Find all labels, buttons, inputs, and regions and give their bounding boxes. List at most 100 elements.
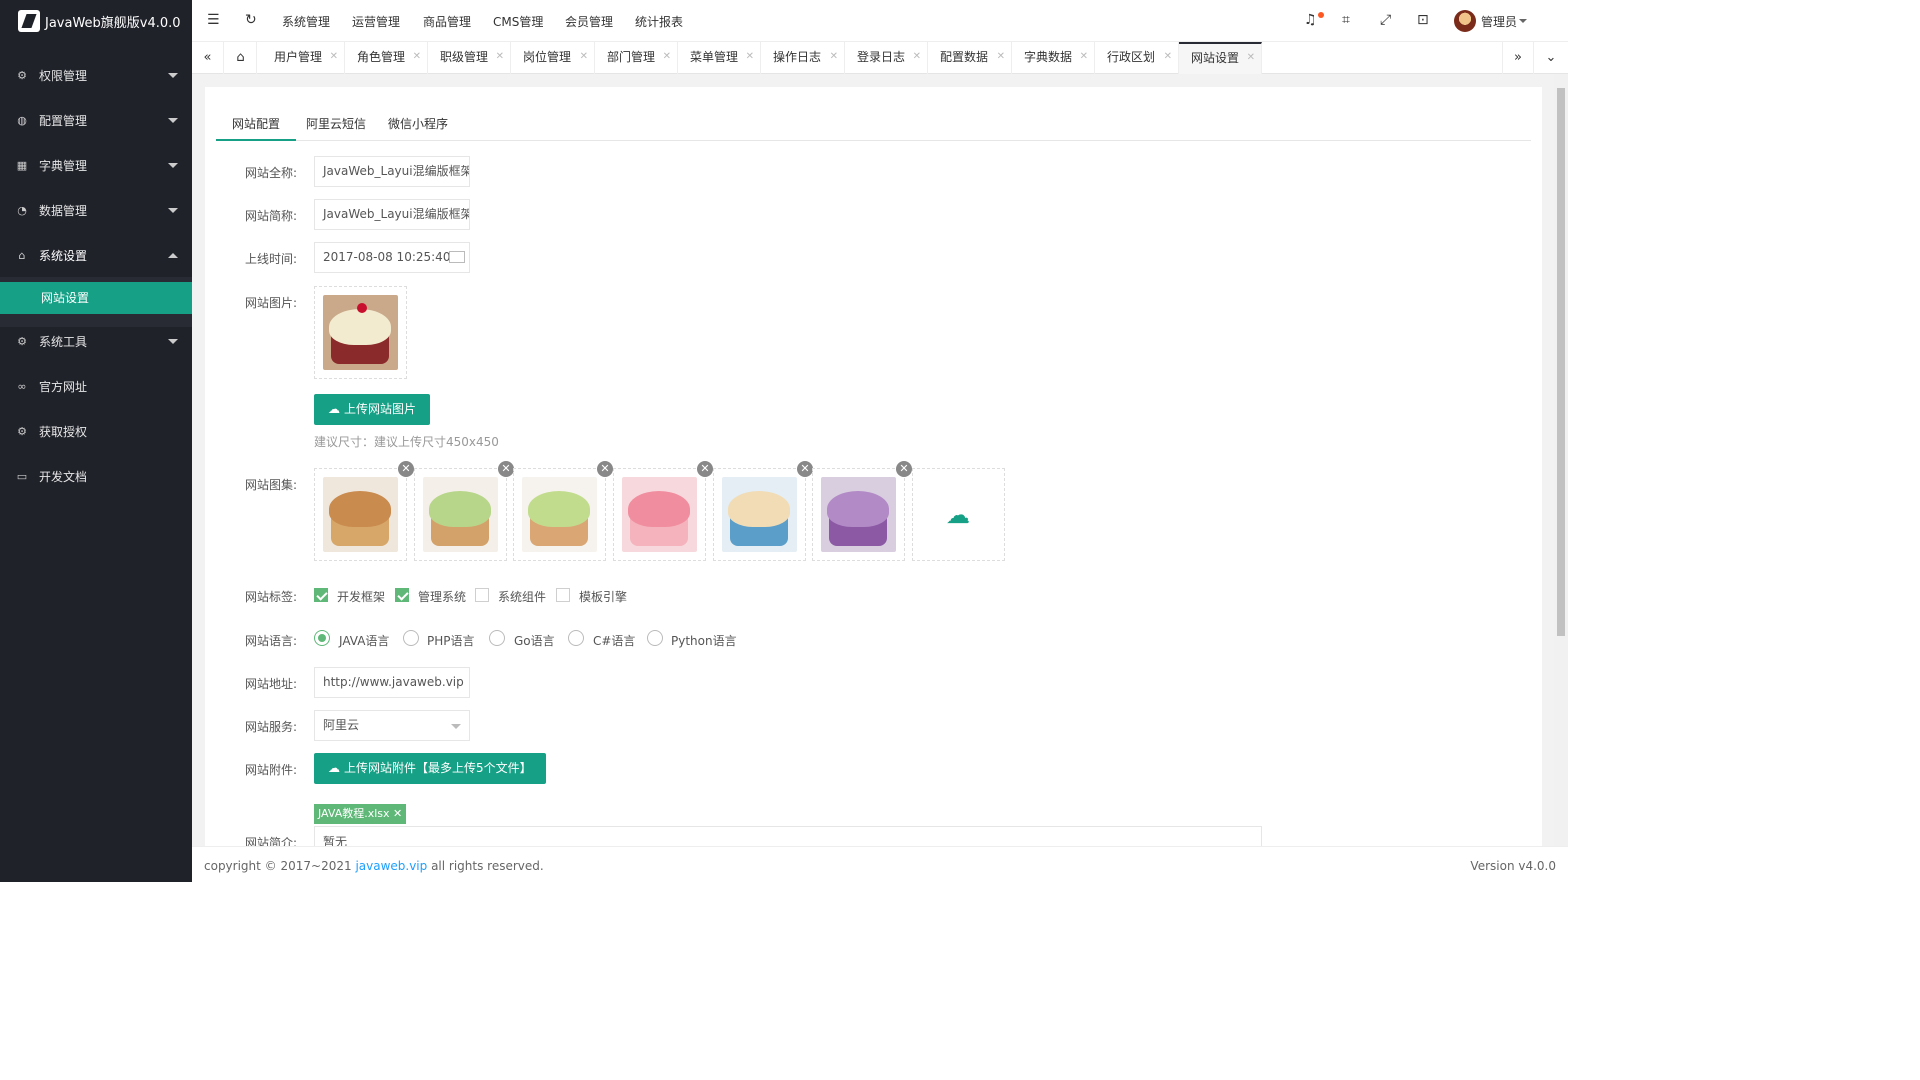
globe-icon: ◍: [17, 114, 27, 127]
tab-dict-data[interactable]: 字典数据 ✕: [1012, 42, 1095, 74]
tab-regions[interactable]: 行政区划 ✕: [1095, 42, 1179, 74]
calendar-icon[interactable]: [449, 251, 465, 263]
close-icon[interactable]: ✕: [913, 42, 921, 72]
close-icon[interactable]: ✕: [663, 42, 671, 72]
topbar: ☰ ↻ 系统管理 运营管理 商品管理 CMS管理 会员管理 统计报表 ♫ ⌗ ⤢…: [192, 0, 1568, 42]
footer-link[interactable]: javaweb.vip: [355, 859, 427, 873]
radio-label: JAVA语言: [339, 634, 390, 648]
sidebar-item-official-site[interactable]: ∞ 官方网址: [0, 364, 192, 409]
main-content: 网站配置 阿里云短信 微信小程序 网站全称: JavaWeb_Layui混编版框…: [192, 74, 1568, 846]
close-icon[interactable]: ✕: [330, 42, 338, 72]
close-icon[interactable]: ✕: [1164, 42, 1172, 72]
chevron-down-icon: [451, 724, 461, 729]
gallery-upload-slot[interactable]: ☁: [912, 468, 1005, 561]
topnav-operations[interactable]: 运营管理: [352, 13, 400, 30]
sidebar-item-config[interactable]: ◍ 配置管理: [0, 98, 192, 143]
close-icon[interactable]: ✕: [393, 807, 402, 820]
remove-icon[interactable]: ✕: [896, 461, 912, 477]
home-tab-icon[interactable]: ⌂: [225, 42, 257, 74]
remove-icon[interactable]: ✕: [498, 461, 514, 477]
menu-toggle-icon[interactable]: ☰: [207, 12, 220, 28]
tabs-dropdown-icon[interactable]: ⌄: [1535, 42, 1567, 74]
topnav-stats[interactable]: 统计报表: [635, 13, 683, 30]
radio-java[interactable]: [314, 630, 330, 646]
remove-icon[interactable]: ✕: [597, 461, 613, 477]
chevron-down-icon: [168, 118, 178, 123]
close-icon[interactable]: ✕: [413, 42, 421, 72]
sidebar-item-docs[interactable]: ▭ 开发文档: [0, 454, 192, 499]
chevron-down-icon: [168, 208, 178, 213]
close-icon[interactable]: ✕: [1080, 42, 1088, 72]
book-icon: ▭: [16, 470, 28, 483]
attachment-file-tag[interactable]: JAVA教程.xlsx ✕: [314, 804, 407, 824]
sidebar-item-dict[interactable]: ▦ 字典管理: [0, 143, 192, 188]
footer: copyright © 2017~2021 javaweb.vip all ri…: [192, 846, 1568, 882]
tab-users[interactable]: 用户管理 ✕: [262, 42, 345, 74]
tab-roles[interactable]: 角色管理 ✕: [345, 42, 428, 74]
online-time-input[interactable]: 2017-08-08 10:25:40: [314, 242, 470, 273]
tab-positions[interactable]: 岗位管理 ✕: [511, 42, 595, 74]
tab-site-config[interactable]: 网站配置: [216, 115, 297, 141]
radio-python[interactable]: [647, 630, 663, 646]
scrollbar[interactable]: [1554, 74, 1568, 846]
tag-checkbox-component[interactable]: [475, 588, 489, 602]
sidebar-item-permissions[interactable]: ⚙ 权限管理: [0, 53, 192, 98]
tab-wechat-miniprogram[interactable]: 微信小程序: [388, 115, 448, 132]
sidebar-item-license[interactable]: ⚙ 获取授权: [0, 409, 192, 454]
radio-go[interactable]: [489, 630, 505, 646]
intro-textarea[interactable]: 暂无: [314, 826, 1262, 846]
radio-label: C#语言: [593, 634, 636, 648]
tag-checkbox-admin[interactable]: [395, 588, 409, 602]
tab-aliyun-sms[interactable]: 阿里云短信: [306, 115, 366, 132]
tabs-prev-icon[interactable]: «: [192, 42, 224, 74]
remove-icon[interactable]: ✕: [398, 461, 414, 477]
sidebar-subitem-site-settings[interactable]: 网站设置: [0, 282, 192, 314]
app-logo[interactable]: JavaWeb旗舰版v4.0.0: [0, 0, 192, 42]
tab-site-settings[interactable]: 网站设置 ✕: [1179, 42, 1262, 74]
topnav-members[interactable]: 会员管理: [565, 13, 613, 30]
remove-icon[interactable]: ✕: [697, 461, 713, 477]
close-icon[interactable]: ✕: [746, 42, 754, 72]
radio-csharp[interactable]: [568, 630, 584, 646]
full-name-input[interactable]: JavaWeb_Layui混编版框架: [314, 156, 470, 187]
refresh-icon[interactable]: ↻: [245, 12, 257, 28]
upload-image-button[interactable]: ☁ 上传网站图片: [314, 394, 431, 425]
tab-config-data[interactable]: 配置数据 ✕: [928, 42, 1012, 74]
tag-checkbox-template[interactable]: [556, 588, 570, 602]
url-input[interactable]: http://www.javaweb.vip: [314, 667, 470, 698]
sidebar-item-system-settings[interactable]: ⌂ 系统设置: [0, 233, 192, 278]
close-icon[interactable]: ✕: [997, 42, 1005, 72]
tabs-next-icon[interactable]: »: [1502, 42, 1534, 74]
topnav-system[interactable]: 系统管理: [282, 13, 330, 30]
remove-icon[interactable]: ✕: [797, 461, 813, 477]
fullscreen-icon[interactable]: ⤢: [1380, 12, 1391, 28]
bell-icon[interactable]: ♫: [1304, 12, 1317, 28]
tab-loginlog[interactable]: 登录日志 ✕: [845, 42, 928, 74]
tab-menus[interactable]: 菜单管理 ✕: [678, 42, 761, 74]
tag-checkbox-framework[interactable]: [314, 588, 328, 602]
user-name[interactable]: 管理员: [1481, 13, 1517, 30]
site-image-preview: [314, 286, 407, 379]
service-select[interactable]: 阿里云: [314, 710, 470, 741]
tag-label: 系统组件: [498, 590, 547, 604]
close-icon[interactable]: ✕: [580, 42, 588, 72]
radio-label: Python语言: [671, 634, 737, 648]
tab-departments[interactable]: 部门管理 ✕: [595, 42, 678, 74]
tab-levels[interactable]: 职级管理 ✕: [428, 42, 511, 74]
sidebar-item-tools[interactable]: ⚙ 系统工具: [0, 319, 192, 364]
lock-icon[interactable]: ⊡: [1417, 12, 1429, 28]
tab-oplog[interactable]: 操作日志 ✕: [761, 42, 845, 74]
radio-php[interactable]: [403, 630, 419, 646]
topnav-cms[interactable]: CMS管理: [493, 13, 543, 30]
sidebar-item-data[interactable]: ◔ 数据管理: [0, 188, 192, 233]
avatar[interactable]: [1454, 10, 1476, 32]
close-icon[interactable]: ✕: [1247, 44, 1255, 72]
short-name-input[interactable]: JavaWeb_Layui混编版框架: [314, 199, 470, 230]
close-icon[interactable]: ✕: [830, 42, 838, 72]
cupcake-image: [323, 295, 398, 370]
close-icon[interactable]: ✕: [496, 42, 504, 72]
tag-icon[interactable]: ⌗: [1342, 12, 1350, 28]
topnav-products[interactable]: 商品管理: [423, 13, 471, 30]
upload-attachment-button[interactable]: ☁ 上传网站附件【最多上传5个文件】: [314, 753, 546, 784]
scrollbar-thumb[interactable]: [1557, 88, 1565, 636]
